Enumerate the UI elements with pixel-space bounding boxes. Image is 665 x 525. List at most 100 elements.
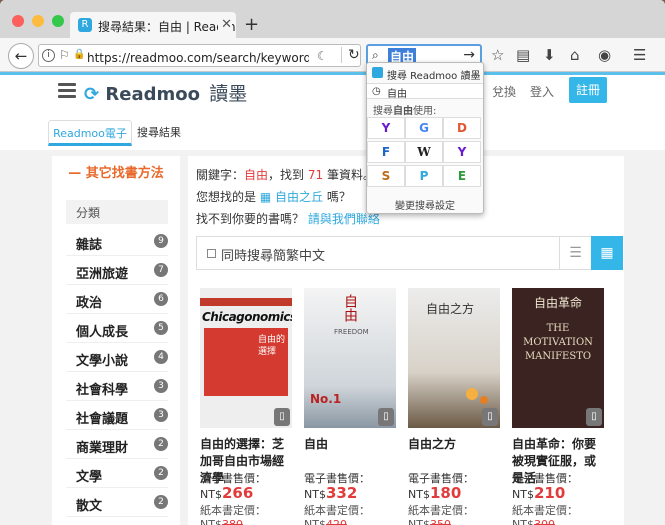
minimize-window-button[interactable] xyxy=(32,15,44,27)
pocket-icon[interactable]: ◉ xyxy=(598,46,611,64)
change-search-settings[interactable]: 變更搜尋設定 xyxy=(367,197,483,212)
search-icon: ⌕ xyxy=(372,48,379,62)
grid-view-icon[interactable]: ▦ xyxy=(591,236,623,270)
book-card[interactable]: 自由之方 ▯ 自由之方 電子書售價：NT$180 紙本書定價：NT$350 xyxy=(404,288,502,525)
back-button[interactable]: ← xyxy=(8,43,34,69)
count-badge: 3 xyxy=(154,408,168,422)
home-icon[interactable]: ⌂ xyxy=(570,46,580,64)
paper-price: 紙本書定價：NT$420 xyxy=(304,504,370,525)
reader-icon[interactable]: ☾ xyxy=(317,49,328,63)
sidebar-item[interactable]: 個人成長 5 xyxy=(66,315,168,343)
redeem-link[interactable]: 兌換 xyxy=(492,83,516,100)
sidebar-item[interactable]: 文學 2 xyxy=(66,460,168,488)
yahoo-tw-engine-button[interactable]: Y xyxy=(443,141,481,163)
info-icon[interactable]: i xyxy=(42,49,55,62)
url-bar[interactable]: i ⚐ 🔒 https://readmoo.com/search/keyword… xyxy=(38,44,361,67)
book-card[interactable]: 自由革命 THE MOTIVATION MANIFESTO ▯ 自由革命：你要被… xyxy=(508,288,606,525)
google-engine-button[interactable]: G xyxy=(405,117,443,139)
permissions-icon[interactable]: ⚐ xyxy=(59,48,70,62)
sidebar-item[interactable]: 文學小說 4 xyxy=(66,344,168,372)
sidebar-item[interactable]: 政治 6 xyxy=(66,286,168,314)
yahoo-engine-button[interactable]: Y xyxy=(367,117,405,139)
book-title[interactable]: 自由 xyxy=(304,436,396,453)
sidebar-item[interactable]: 社會科學 3 xyxy=(66,373,168,401)
count-badge: 4 xyxy=(154,350,168,364)
navigation-toolbar: ← i ⚐ 🔒 https://readmoo.com/search/keywo… xyxy=(0,38,665,72)
ebook-price: 電子書售價：NT$332 xyxy=(304,472,370,502)
content-area: — 其它找書方法 分類 雜誌 9 亞洲旅遊 7 政治 6 個人成長 5 文學小說 4 社會… xyxy=(0,150,665,525)
device-icon: ▯ xyxy=(274,408,290,426)
menu-icon[interactable]: ☰ xyxy=(633,46,646,64)
device-icon: ▯ xyxy=(586,408,602,426)
tab-title: 搜尋結果：自由 | Readmoo電子 xyxy=(98,20,236,34)
title-bar: R 搜尋結果：自由 | Readmoo電子 ✕ + xyxy=(0,0,665,38)
device-icon: ▯ xyxy=(482,408,498,426)
feed-engine-button[interactable]: F xyxy=(367,141,405,163)
search-options-bar: 同時搜尋簡繁中文 ☰ ▦ xyxy=(196,236,623,270)
close-window-button[interactable] xyxy=(12,15,24,27)
sidebar-item[interactable]: 散文 2 xyxy=(66,489,168,517)
maximize-window-button[interactable] xyxy=(52,15,64,27)
count-badge: 2 xyxy=(154,495,168,509)
count-badge: 3 xyxy=(154,379,168,393)
not-found-line: 找不到你要的書嗎？ 請與我們聯絡 xyxy=(196,212,380,226)
category-label: 分類 xyxy=(66,200,168,224)
simplified-chinese-checkbox[interactable] xyxy=(207,249,216,258)
site-header: ⟳ Readmoo 讀墨 兌換 登入 註冊 xyxy=(0,75,665,110)
book-title[interactable]: 自由之方 xyxy=(408,436,500,453)
sidebar: — 其它找書方法 分類 雜誌 9 亞洲旅遊 7 政治 6 個人成長 5 文學小說 4 社會… xyxy=(52,156,180,525)
count-badge: 9 xyxy=(154,234,168,248)
book-card[interactable]: 自由 FREEDOM No.1 ▯ 自由 電子書售價：NT$332 紙本書定價：… xyxy=(300,288,398,525)
breadcrumb: Readmoo電子書 搜尋結果 xyxy=(0,110,665,166)
readmoo-engine-icon xyxy=(372,67,383,78)
simplified-chinese-label[interactable]: 同時搜尋簡繁中文 xyxy=(221,245,325,264)
hamburger-menu-icon[interactable] xyxy=(58,83,76,98)
count-badge: 2 xyxy=(154,437,168,451)
book-cover[interactable]: Chicagonomics 自由的選擇 ▯ xyxy=(200,288,292,428)
search-with-label: 搜尋自由使用: xyxy=(373,106,437,117)
list-view-icon[interactable]: ☰ xyxy=(559,237,591,269)
book-cover[interactable]: 自由之方 ▯ xyxy=(408,288,500,428)
search-go-arrow-icon[interactable]: → xyxy=(463,47,475,63)
count-badge: 6 xyxy=(154,292,168,306)
sidebar-item[interactable]: 雜誌 9 xyxy=(66,228,168,256)
url-text[interactable]: https://readmoo.com/search/keyword?q=自由 xyxy=(87,49,309,66)
sidebar-item[interactable]: 商業理財 2 xyxy=(66,431,168,459)
breadcrumb-ebooks[interactable]: Readmoo電子書 xyxy=(48,120,132,166)
suggestion-link[interactable]: ▦ 自由之丘 xyxy=(260,190,323,204)
login-link[interactable]: 登入 xyxy=(530,83,554,100)
sidebar-item[interactable]: 社會議題 3 xyxy=(66,402,168,430)
browser-tab[interactable]: R 搜尋結果：自由 | Readmoo電子 ✕ xyxy=(70,12,236,38)
breadcrumb-search-results: 搜尋結果 xyxy=(137,126,181,139)
count-badge: 2 xyxy=(154,466,168,480)
ebook-price: 電子書售價：NT$210 xyxy=(512,472,578,502)
device-icon: ▯ xyxy=(378,408,394,426)
duckduckgo-engine-button[interactable]: D xyxy=(443,117,481,139)
p-engine-button[interactable]: P xyxy=(405,165,443,187)
web-page: ⟳ Readmoo 讀墨 兌換 登入 註冊 Readmoo電子書 搜尋結果 — … xyxy=(0,75,665,525)
new-tab-button[interactable]: + xyxy=(244,14,259,35)
book-cover[interactable]: 自由革命 THE MOTIVATION MANIFESTO ▯ xyxy=(512,288,604,428)
sidebar-item[interactable]: 亞洲旅遊 7 xyxy=(66,257,168,285)
sidebar-heading: — 其它找書方法 xyxy=(68,166,164,181)
count-badge: 7 xyxy=(154,263,168,277)
history-clock-icon: ◷ xyxy=(372,86,381,97)
register-button[interactable]: 註冊 xyxy=(569,77,607,103)
wikipedia-engine-button[interactable]: W xyxy=(405,141,443,163)
squirrel-engine-button[interactable]: S xyxy=(367,165,405,187)
paper-price: 紙本書定價：NT$380 xyxy=(200,504,266,525)
download-icon[interactable]: ⬇ xyxy=(543,46,556,64)
reload-button[interactable]: ↻ xyxy=(341,47,360,63)
contact-us-link[interactable]: 請與我們聯絡 xyxy=(308,212,380,226)
suggestion-line: 您想找的是 ▦ 自由之丘 嗎？ xyxy=(196,190,351,204)
book-cover[interactable]: 自由 FREEDOM No.1 ▯ xyxy=(304,288,396,428)
bookmark-star-icon[interactable]: ☆ xyxy=(491,46,504,64)
history-item[interactable]: ◷ 自由 xyxy=(367,83,483,100)
book-card[interactable]: Chicagonomics 自由的選擇 ▯ 自由的選擇：芝加哥自由市場經濟學 電… xyxy=(196,288,294,525)
evernote-engine-button[interactable]: E xyxy=(443,165,481,187)
readmoo-search-item[interactable]: 搜尋 Readmoo 讀墨 xyxy=(367,67,483,82)
paper-price: 紙本書定價：NT$300 xyxy=(512,504,578,525)
close-tab-icon[interactable]: ✕ xyxy=(218,17,232,32)
site-logo[interactable]: ⟳ Readmoo 讀墨 xyxy=(84,79,247,106)
reading-list-icon[interactable]: ▤ xyxy=(516,46,530,64)
